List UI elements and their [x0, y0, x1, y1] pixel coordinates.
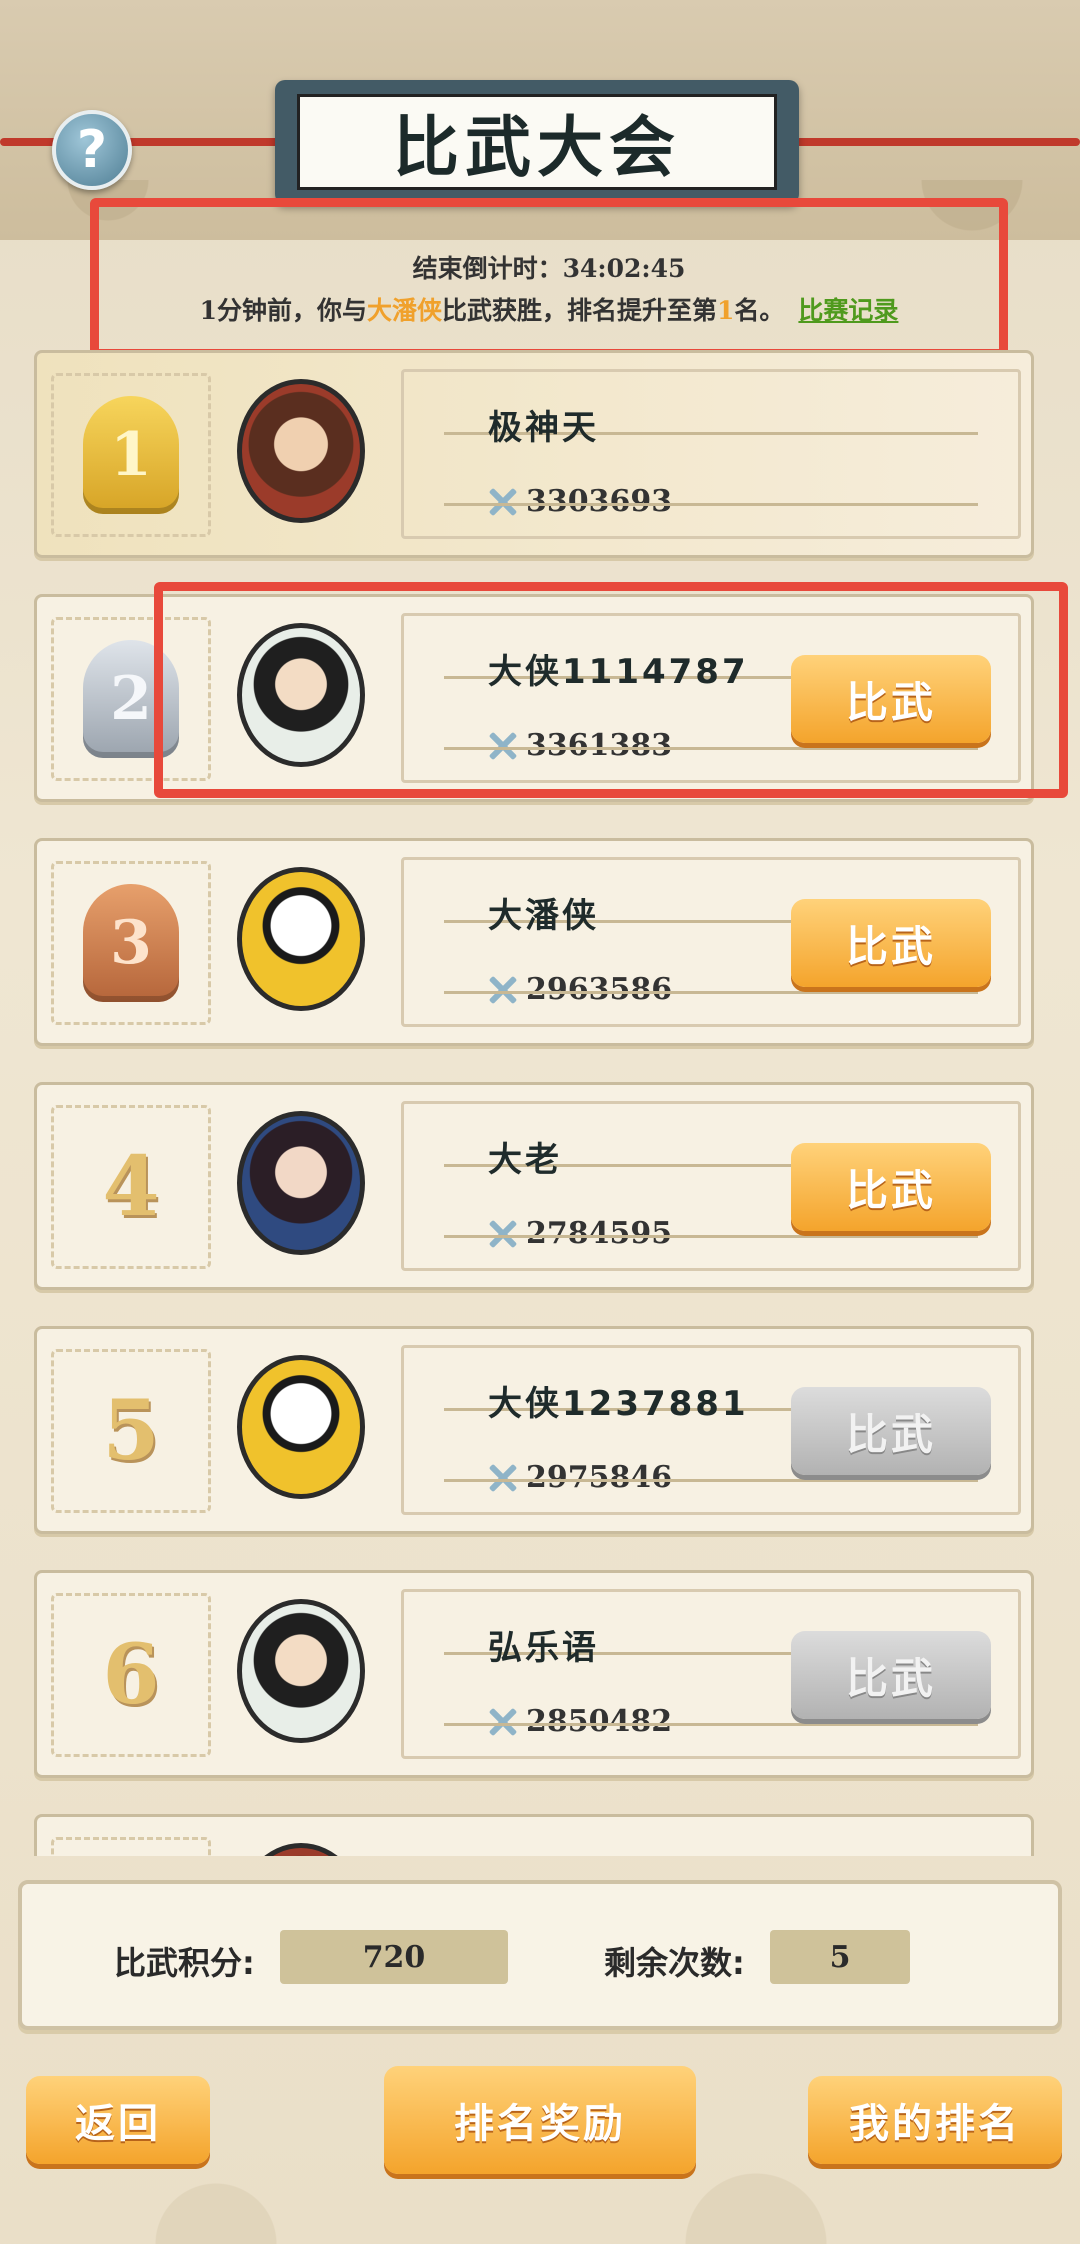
rope-left	[0, 138, 290, 146]
rank-badge: 4	[51, 1105, 211, 1269]
score-value: 720	[280, 1930, 508, 1984]
rank-badge: 3	[51, 861, 211, 1025]
remaining-label: 剩余次数:	[604, 1944, 745, 1982]
challenge-button-disabled[interactable]: 比武	[791, 1631, 991, 1719]
power-number: 3303693	[526, 484, 673, 519]
score-label: 比武积分:	[114, 1944, 255, 1982]
highlight-frame	[154, 582, 1068, 798]
power-number: 2963586	[526, 972, 673, 1007]
power-value: 2784595	[486, 1216, 672, 1251]
battle-result-line: 1分钟前，你与大潘侠比武获胜，排名提升至第1名。 比赛记录	[99, 291, 999, 327]
player-name: 大侠1237881	[488, 1384, 749, 1424]
avatar[interactable]	[237, 1355, 365, 1499]
rank-number: 5	[102, 1383, 160, 1479]
msg-suffix: 名。	[734, 296, 785, 325]
crossed-swords-icon	[486, 1461, 520, 1495]
crossed-swords-icon	[486, 973, 520, 1007]
rank-badge	[51, 1837, 211, 1856]
ranking-row-3: 3 大潘侠 2963586 比武	[34, 838, 1034, 1046]
rank-badge: 6	[51, 1593, 211, 1757]
back-button[interactable]: 返回	[26, 2076, 210, 2164]
msg-middle: 比武获胜，排名提升至第	[441, 296, 717, 325]
challenge-button[interactable]: 比武	[791, 899, 991, 987]
crossed-swords-icon	[486, 1705, 520, 1739]
ranking-row-5: 5 大侠1237881 2975846 比武	[34, 1326, 1034, 1534]
player-name: 弘乐语	[488, 1628, 599, 1668]
rank-badge: 5	[51, 1349, 211, 1513]
match-record-link[interactable]: 比赛记录	[798, 296, 898, 325]
rope-right	[790, 138, 1080, 146]
opponent-name: 大潘侠	[366, 296, 442, 325]
new-rank: 1	[717, 296, 735, 325]
power-value: 2963586	[486, 972, 672, 1007]
ranking-list[interactable]: 1 极神天 3303693 2 大侠1114787 3361383 比武 3 大…	[0, 344, 1080, 1856]
crossed-swords-icon	[486, 1217, 520, 1251]
page-title: 比武大会	[393, 109, 681, 186]
power-value: 3303693	[486, 484, 672, 519]
player-name: 大潘侠	[488, 896, 599, 936]
countdown-line: 结束倒计时：34:02:45	[99, 249, 999, 285]
cloud-decoration	[0, 2160, 1080, 2244]
player-info: 极神天 3303693	[401, 369, 1021, 539]
avatar[interactable]	[237, 1843, 365, 1856]
remaining-value: 5	[770, 1930, 910, 1984]
player-name: 极神天	[488, 408, 599, 448]
ranking-row-7-partial	[34, 1814, 1034, 1856]
power-number: 2850482	[526, 1704, 673, 1739]
player-name: 大老	[488, 1140, 562, 1180]
my-rank-button[interactable]: 我的排名	[808, 2076, 1062, 2164]
countdown-value: 34:02:45	[562, 254, 686, 283]
stats-panel: 比武积分: 720 剩余次数: 5	[18, 1880, 1062, 2030]
avatar[interactable]	[237, 1599, 365, 1743]
challenge-button[interactable]: 比武	[791, 1143, 991, 1231]
challenge-button-disabled[interactable]: 比武	[791, 1387, 991, 1475]
power-number: 2784595	[526, 1216, 673, 1251]
title-plaque: 比武大会	[275, 80, 799, 204]
crossed-swords-icon	[486, 485, 520, 519]
power-number: 2975846	[526, 1460, 673, 1495]
countdown-label: 结束倒计时：	[412, 254, 563, 283]
rank-rewards-button[interactable]: 排名奖励	[384, 2066, 696, 2174]
help-icon[interactable]: ?	[52, 110, 132, 190]
title-frame: 比武大会	[297, 94, 777, 190]
power-value: 2850482	[486, 1704, 672, 1739]
avatar[interactable]	[237, 867, 365, 1011]
rank-number: 6	[102, 1627, 160, 1723]
rank-badge: 1	[51, 373, 211, 537]
ranking-row-1: 1 极神天 3303693	[34, 350, 1034, 558]
avatar[interactable]	[237, 379, 365, 523]
bronze-medal-icon: 3	[83, 884, 179, 1002]
ranking-row-4: 4 大老 2784595 比武	[34, 1082, 1034, 1290]
rank-number: 4	[102, 1139, 160, 1235]
ranking-row-6: 6 弘乐语 2850482 比武	[34, 1570, 1034, 1778]
notice-panel: 结束倒计时：34:02:45 1分钟前，你与大潘侠比武获胜，排名提升至第1名。比…	[90, 198, 1008, 358]
power-value: 2975846	[486, 1460, 672, 1495]
msg-prefix: 1分钟前，你与	[199, 296, 367, 325]
gold-medal-icon: 1	[83, 396, 179, 514]
avatar[interactable]	[237, 1111, 365, 1255]
